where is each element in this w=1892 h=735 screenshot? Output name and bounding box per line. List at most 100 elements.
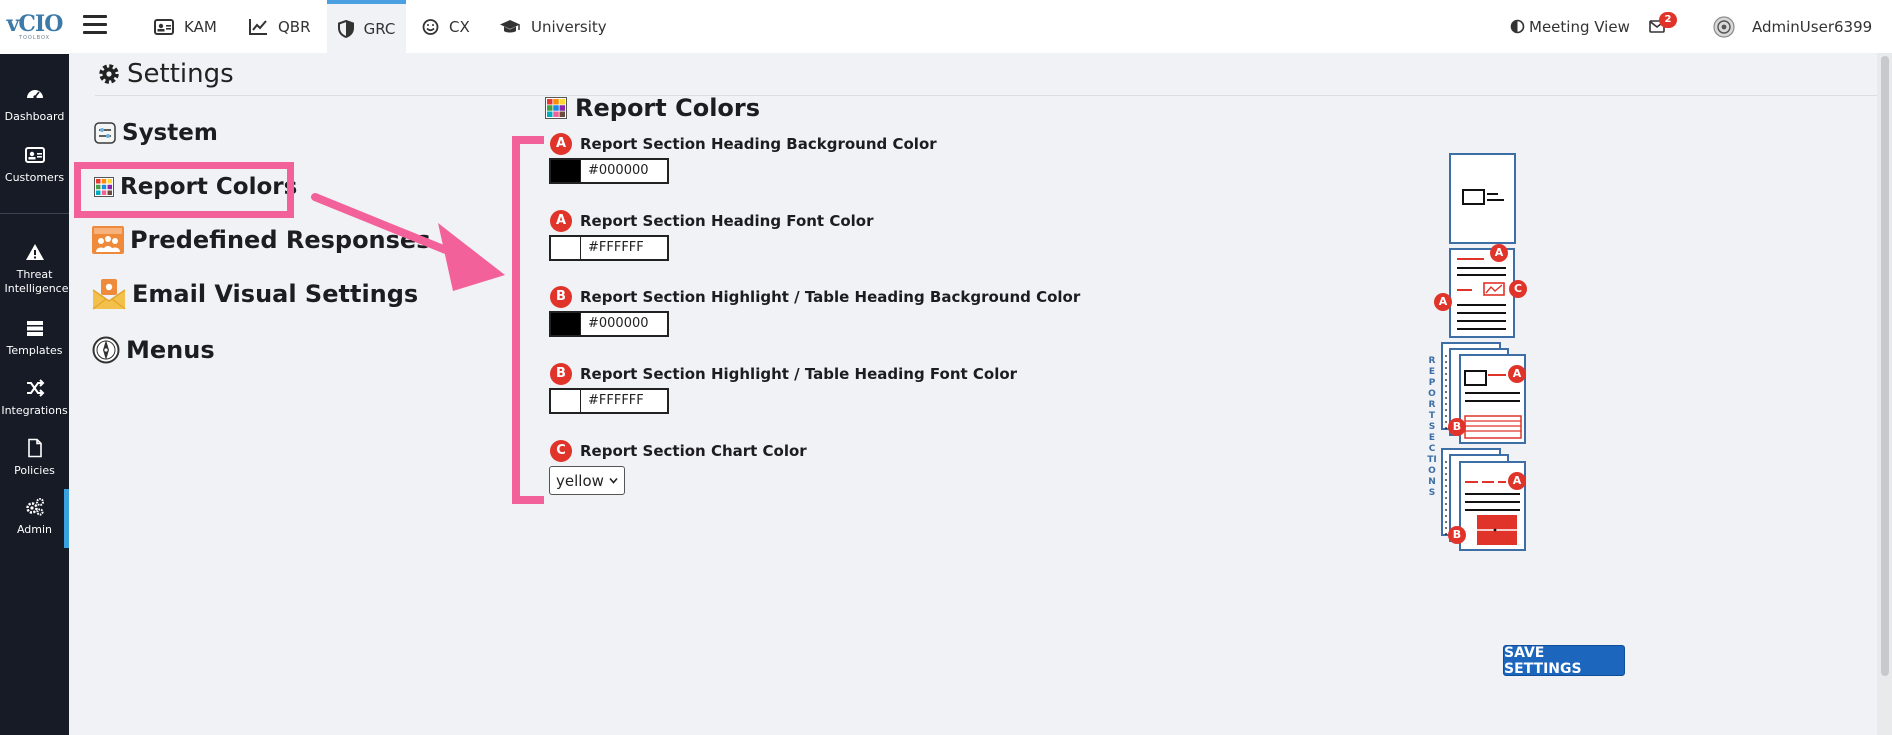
title-divider [95, 95, 1877, 96]
user-menu[interactable]: AdminUser6399 [1713, 0, 1872, 53]
scrollbar-thumb[interactable] [1881, 56, 1889, 676]
field-label-heading-bg: A Report Section Heading Background Colo… [550, 133, 937, 155]
audience-icon [92, 226, 124, 254]
graduation-cap-icon [500, 19, 520, 32]
diagram-marker-a: A [1508, 365, 1526, 383]
sidebar-divider [0, 213, 69, 214]
heading-bg-color-input[interactable]: #000000 [549, 158, 669, 184]
sidebar-item-label: Threat Intelligence [4, 268, 69, 295]
field-label-text: Report Section Heading Font Color [580, 212, 874, 230]
tab-label: GRC [363, 19, 396, 38]
highlight-bg-color-input[interactable]: #000000 [549, 311, 669, 337]
page-title-text: Settings [127, 59, 234, 89]
logo-sub: TOOLBOX [18, 35, 51, 41]
logo[interactable]: vCIO TOOLBOX [0, 0, 69, 54]
sidebar-item-policies[interactable]: Policies [0, 438, 69, 477]
save-settings-button[interactable]: SAVE SETTINGS [1503, 645, 1625, 677]
field-label-chart-color: C Report Section Chart Color [550, 440, 807, 462]
mail-count-badge: 2 [1659, 12, 1677, 28]
sidebar-item-label: Integrations [1, 404, 68, 417]
tab-label: University [531, 17, 607, 36]
shuffle-icon [26, 379, 44, 397]
color-swatch[interactable] [551, 160, 581, 182]
diagram-marker-a: A [1508, 472, 1526, 490]
color-value: #000000 [588, 163, 649, 178]
marker-b-badge: B [550, 363, 572, 385]
smile-icon [422, 18, 439, 35]
heading-font-color-input[interactable]: #FFFFFF [549, 235, 669, 261]
hamburger-menu-icon[interactable] [83, 15, 107, 35]
tab-university[interactable]: University [499, 0, 607, 53]
shield-icon [337, 19, 354, 38]
color-swatch[interactable] [551, 313, 581, 335]
tab-label: CX [449, 17, 470, 36]
tab-qbr[interactable]: QBR [248, 0, 311, 53]
sidebar-item-templates[interactable]: Templates [0, 318, 69, 357]
page-title: Settings [97, 59, 234, 89]
field-label-highlight-bg: B Report Section Highlight / Table Headi… [550, 286, 1080, 308]
sidebar-item-dashboard[interactable]: Dashboard [0, 84, 69, 123]
form-title-text: Report Colors [575, 94, 761, 122]
highlight-font-color-input[interactable]: #FFFFFF [549, 388, 669, 414]
field-label-text: Report Section Highlight / Table Heading… [580, 365, 1018, 383]
sidebar-active-indicator [64, 489, 69, 548]
chevron-down-icon [609, 477, 618, 484]
settings-menu-label: System [122, 120, 218, 146]
gear-icon [99, 64, 119, 84]
chart-color-select[interactable]: yellow [549, 466, 625, 495]
annotation-highlight-box [74, 162, 294, 218]
settings-menu-label: Menus [126, 336, 215, 364]
sidebar-item-label: Templates [6, 344, 63, 357]
field-label-heading-font: A Report Section Heading Font Color [550, 210, 873, 232]
id-card-icon [154, 18, 174, 35]
logo-main: vCIO [6, 11, 64, 37]
id-card-icon [24, 147, 45, 163]
color-grid-icon [545, 97, 567, 119]
sidebar-item-label: Customers [4, 171, 65, 184]
color-swatch[interactable] [551, 390, 581, 412]
color-value: #FFFFFF [588, 240, 644, 255]
stack-icon [26, 321, 43, 336]
field-label-text: Report Section Chart Color [580, 442, 807, 460]
sidebar-item-integrations[interactable]: Integrations [0, 378, 69, 417]
field-label-text: Report Section Heading Background Color [580, 135, 937, 153]
sidebar-item-customers[interactable]: Customers [0, 145, 69, 184]
chart-color-selected: yellow [556, 471, 604, 490]
diagram-side-label: REPORT SECTIONS [1427, 356, 1437, 498]
settings-menu-system[interactable]: System [94, 120, 218, 146]
marker-a-badge: A [550, 133, 572, 155]
dashboard-icon [26, 90, 43, 99]
diagram-marker-a: A [1434, 293, 1452, 311]
annotation-bracket [512, 136, 544, 504]
line-chart-icon [249, 18, 267, 35]
sidebar-item-threat-intelligence[interactable]: Threat Intelligence [0, 242, 69, 296]
document-icon [27, 438, 42, 458]
marker-c-badge: C [550, 440, 572, 462]
tab-cx[interactable]: CX [422, 0, 470, 53]
tab-grc[interactable]: GRC [327, 0, 406, 53]
field-label-highlight-font: B Report Section Highlight / Table Headi… [550, 363, 1017, 385]
marker-a-badge: A [550, 210, 572, 232]
diagram-marker-a: A [1490, 244, 1508, 262]
color-value: #FFFFFF [588, 393, 644, 408]
diagram-marker-c: C [1509, 280, 1527, 298]
report-layout-diagram [1441, 153, 1526, 551]
compass-icon [92, 336, 120, 364]
tab-label: KAM [184, 17, 217, 36]
sidebar-item-admin[interactable]: Admin [0, 489, 69, 548]
diagram-marker-b: B [1448, 418, 1466, 436]
system-settings-icon [94, 122, 116, 144]
tab-kam[interactable]: KAM [154, 0, 217, 53]
color-swatch[interactable] [551, 237, 581, 259]
avatar [1713, 15, 1735, 38]
meeting-view-label: Meeting View [1529, 17, 1630, 36]
settings-menu-menus[interactable]: Menus [92, 336, 215, 364]
toggle-icon [1510, 19, 1525, 34]
diagram-marker-b: B [1448, 526, 1466, 544]
envelope-icon [92, 279, 126, 310]
sidebar: vCIO TOOLBOX Dashboard Customers Threat … [0, 0, 69, 735]
annotation-arrow [311, 193, 505, 291]
meeting-view-toggle[interactable]: Meeting View [1510, 0, 1630, 53]
field-label-text: Report Section Highlight / Table Heading… [580, 288, 1081, 306]
sidebar-item-label: Dashboard [4, 110, 65, 123]
